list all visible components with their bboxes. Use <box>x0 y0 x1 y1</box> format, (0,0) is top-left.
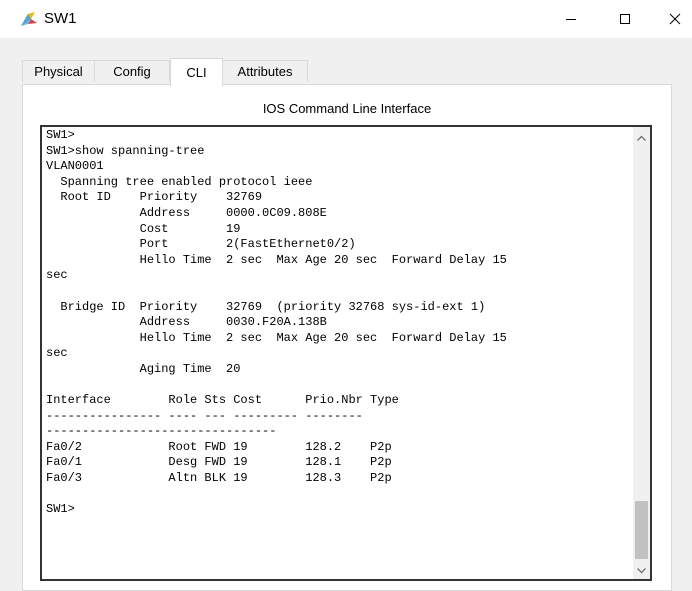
terminal-line: Spanning tree enabled protocol ieee <box>46 174 313 189</box>
terminal-line: Root ID Priority 32769 <box>46 190 263 205</box>
terminal-line: SW1> <box>46 502 75 517</box>
terminal-line: Hello Time 2 sec Max Age 20 sec Forward … <box>46 252 507 267</box>
terminal-line: Fa0/1 Desg FWD 19 128.1 P2p <box>46 455 392 470</box>
chevron-down-icon <box>637 561 646 579</box>
terminal-line: sec <box>46 346 68 361</box>
terminal-line: Bridge ID Priority 32769 (priority 32768… <box>46 299 486 314</box>
terminal-line: Address 0000.0C09.808E <box>46 205 327 220</box>
terminal-line: sec <box>46 268 68 283</box>
terminal-line: Hello Time 2 sec Max Age 20 sec Forward … <box>46 330 507 345</box>
terminal-line: SW1> <box>46 128 75 142</box>
client-area: Physical Config CLI Attributes IOS Comma… <box>0 38 692 591</box>
tab-label: CLI <box>186 65 207 80</box>
tab-cli[interactable]: CLI <box>170 58 223 86</box>
packet-tracer-icon <box>19 9 39 29</box>
panel-heading: IOS Command Line Interface <box>262 101 432 116</box>
minimize-icon <box>565 13 577 25</box>
minimize-button[interactable] <box>548 0 594 38</box>
terminal-line: Address 0030.F20A.138B <box>46 315 327 330</box>
terminal-line: ---------------- ---- --- --------- ----… <box>46 408 363 423</box>
terminal-line: -------------------------------- <box>46 424 277 439</box>
tab-label: Physical <box>34 64 83 79</box>
terminal-line: Port 2(FastEthernet0/2) <box>46 237 356 252</box>
terminal-output[interactable]: SW1> SW1>show spanning-tree VLAN0001 Spann… <box>46 128 626 518</box>
close-button[interactable] <box>652 0 692 38</box>
scrollbar-thumb[interactable] <box>635 501 648 559</box>
maximize-icon <box>619 13 631 25</box>
tab-label: Config <box>113 64 151 79</box>
cli-terminal[interactable]: SW1> SW1>show spanning-tree VLAN0001 Spann… <box>40 125 652 581</box>
terminal-line: Interface Role Sts Cost Prio.Nbr Type <box>46 393 399 408</box>
tab-physical[interactable]: Physical <box>22 60 95 82</box>
scroll-up-button[interactable] <box>633 128 650 145</box>
window-title: SW1 <box>44 10 77 27</box>
terminal-line: Cost 19 <box>46 221 241 236</box>
chevron-up-icon <box>637 128 646 146</box>
tab-attributes[interactable]: Attributes <box>222 60 308 82</box>
terminal-line: SW1>show spanning-tree <box>46 143 205 158</box>
maximize-button[interactable] <box>602 0 648 38</box>
scroll-down-button[interactable] <box>633 561 650 578</box>
cli-panel: IOS Command Line Interface SW1> SW1>show … <box>22 84 672 591</box>
close-icon <box>669 13 681 25</box>
terminal-line: Fa0/2 Root FWD 19 128.2 P2p <box>46 439 392 454</box>
tab-label: Attributes <box>237 64 293 79</box>
terminal-line: Fa0/3 Altn BLK 19 128.3 P2p <box>46 471 392 486</box>
device-window: SW1 Physical Config CLI Attributes IOS C… <box>0 0 692 591</box>
terminal-line: VLAN0001 <box>46 159 104 174</box>
tab-config[interactable]: Config <box>94 60 170 82</box>
terminal-line: Aging Time 20 <box>46 361 241 376</box>
title-bar[interactable]: SW1 <box>0 0 692 38</box>
vertical-scrollbar[interactable] <box>633 127 650 579</box>
